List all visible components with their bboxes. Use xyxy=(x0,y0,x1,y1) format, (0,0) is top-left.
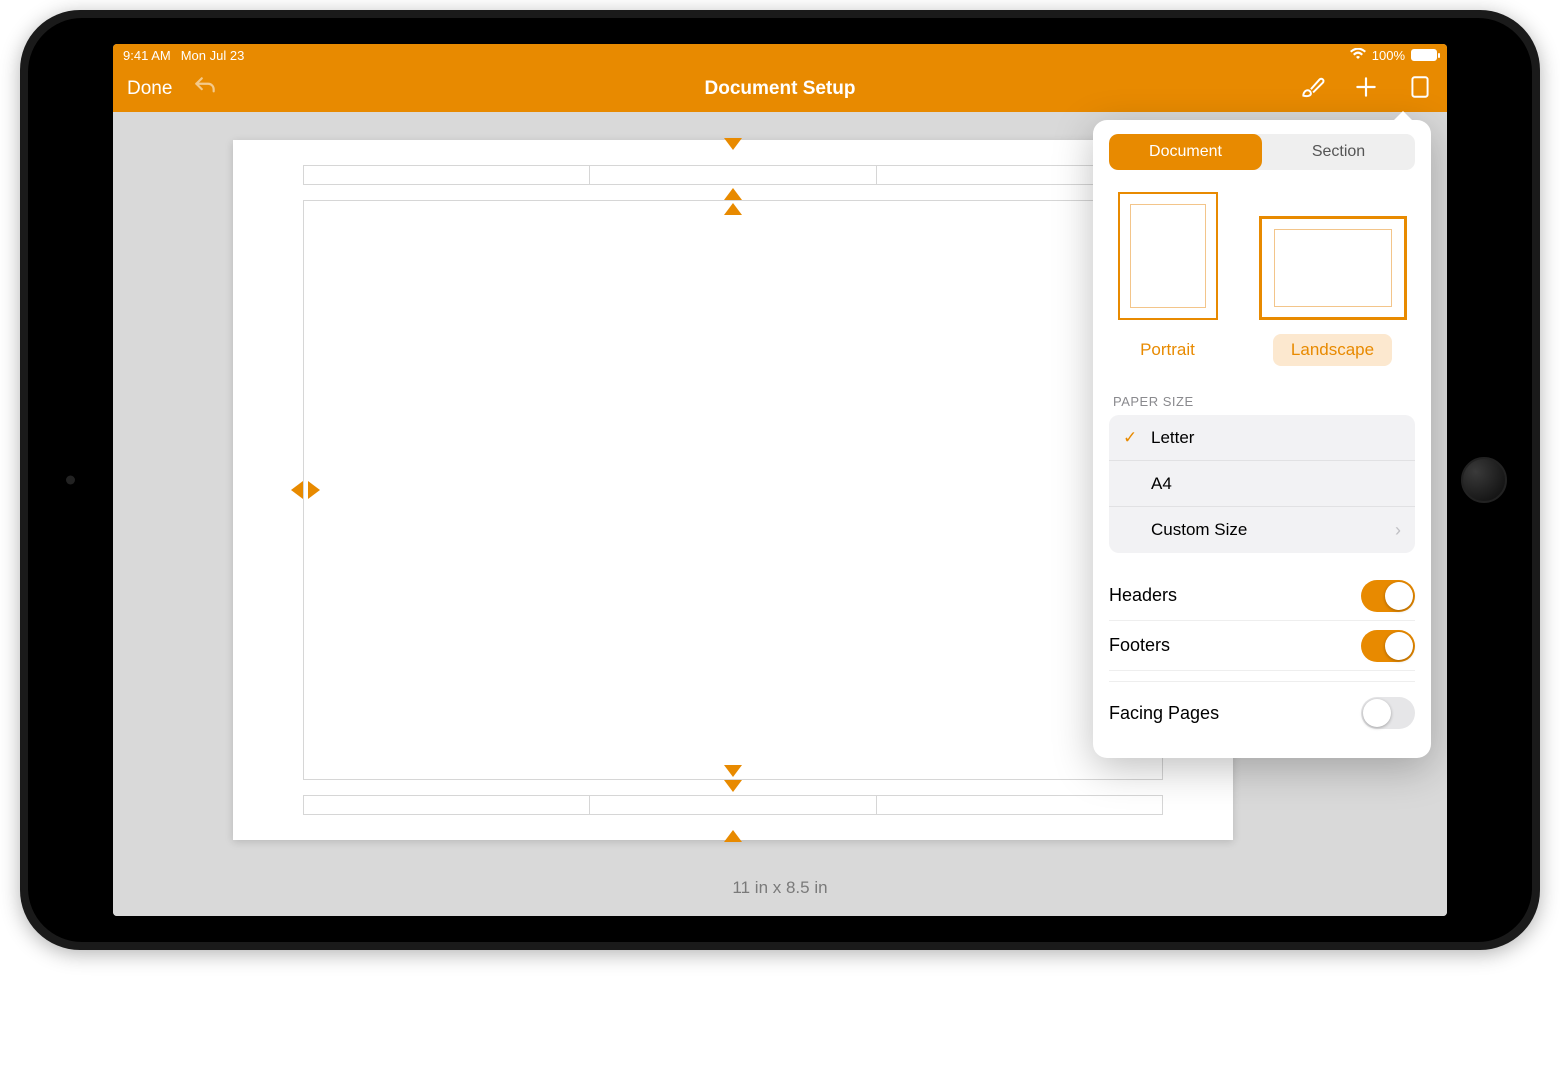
paper-size-a4[interactable]: A4 xyxy=(1109,461,1415,507)
checkmark-icon: ✓ xyxy=(1123,428,1137,448)
camera-dot xyxy=(66,476,75,485)
battery-icon xyxy=(1411,49,1437,61)
undo-icon[interactable] xyxy=(192,74,218,105)
device-frame: 9:41 AM Mon Jul 23 100% Done xyxy=(20,10,1540,950)
document-page[interactable] xyxy=(233,140,1233,840)
footers-row: Footers xyxy=(1109,621,1415,671)
paper-size-list: ✓ Letter A4 Custom Size › xyxy=(1109,415,1415,553)
margin-handle-footer-icon[interactable] xyxy=(724,780,742,792)
orientation-portrait[interactable]: Portrait xyxy=(1118,192,1218,366)
margin-handle-body-top-icon[interactable] xyxy=(724,203,742,215)
brush-icon[interactable] xyxy=(1299,74,1325,105)
page-title: Document Setup xyxy=(113,78,1447,100)
headers-toggle[interactable] xyxy=(1361,580,1415,612)
screen: 9:41 AM Mon Jul 23 100% Done xyxy=(113,44,1447,916)
status-date: Mon Jul 23 xyxy=(181,48,245,63)
list-item-label: Letter xyxy=(1151,428,1194,448)
home-button[interactable] xyxy=(1461,457,1507,503)
footers-label: Footers xyxy=(1109,635,1170,656)
footer-row[interactable] xyxy=(303,795,1163,815)
margin-handle-left-icon[interactable] xyxy=(291,481,303,499)
margin-handle-header-icon[interactable] xyxy=(724,188,742,200)
facing-pages-row: Facing Pages xyxy=(1109,688,1415,738)
paper-size-letter[interactable]: ✓ Letter xyxy=(1109,415,1415,461)
facing-pages-label: Facing Pages xyxy=(1109,703,1219,724)
landscape-thumb-icon xyxy=(1259,216,1407,320)
title-bar: Done Document Setup xyxy=(113,66,1447,112)
tab-segmented-control[interactable]: Document Section xyxy=(1109,134,1415,170)
margin-handle-left-inner-icon[interactable] xyxy=(308,481,320,499)
portrait-thumb-icon xyxy=(1118,192,1218,320)
margin-handle-top-down-icon[interactable] xyxy=(724,138,742,150)
chevron-right-icon: › xyxy=(1395,520,1401,541)
status-bar: 9:41 AM Mon Jul 23 100% xyxy=(113,44,1447,66)
footers-toggle[interactable] xyxy=(1361,630,1415,662)
orientation-portrait-label: Portrait xyxy=(1122,334,1213,366)
document-options-icon[interactable] xyxy=(1407,74,1433,105)
wifi-icon xyxy=(1350,48,1366,63)
plus-icon[interactable] xyxy=(1353,74,1379,105)
divider xyxy=(1109,681,1415,682)
tab-section[interactable]: Section xyxy=(1262,134,1415,170)
header-row[interactable] xyxy=(303,165,1163,185)
headers-label: Headers xyxy=(1109,585,1177,606)
orientation-landscape[interactable]: Landscape xyxy=(1259,192,1407,366)
done-button[interactable]: Done xyxy=(127,78,172,100)
facing-pages-toggle[interactable] xyxy=(1361,697,1415,729)
tab-document[interactable]: Document xyxy=(1109,134,1262,170)
page-body[interactable] xyxy=(303,200,1163,780)
list-item-label: A4 xyxy=(1151,474,1172,494)
margin-handle-bottom-up-icon[interactable] xyxy=(724,830,742,842)
document-setup-popover: Document Section Portrait Landscape PAPE… xyxy=(1093,120,1431,758)
status-time: 9:41 AM xyxy=(123,48,171,63)
list-item-label: Custom Size xyxy=(1151,520,1247,540)
battery-pct: 100% xyxy=(1372,48,1405,63)
paper-size-header: PAPER SIZE xyxy=(1109,394,1415,409)
margin-handle-body-bot-icon[interactable] xyxy=(724,765,742,777)
orientation-landscape-label: Landscape xyxy=(1273,334,1392,366)
headers-row: Headers xyxy=(1109,571,1415,621)
paper-size-custom[interactable]: Custom Size › xyxy=(1109,507,1415,553)
page-size-label: 11 in x 8.5 in xyxy=(113,878,1447,898)
